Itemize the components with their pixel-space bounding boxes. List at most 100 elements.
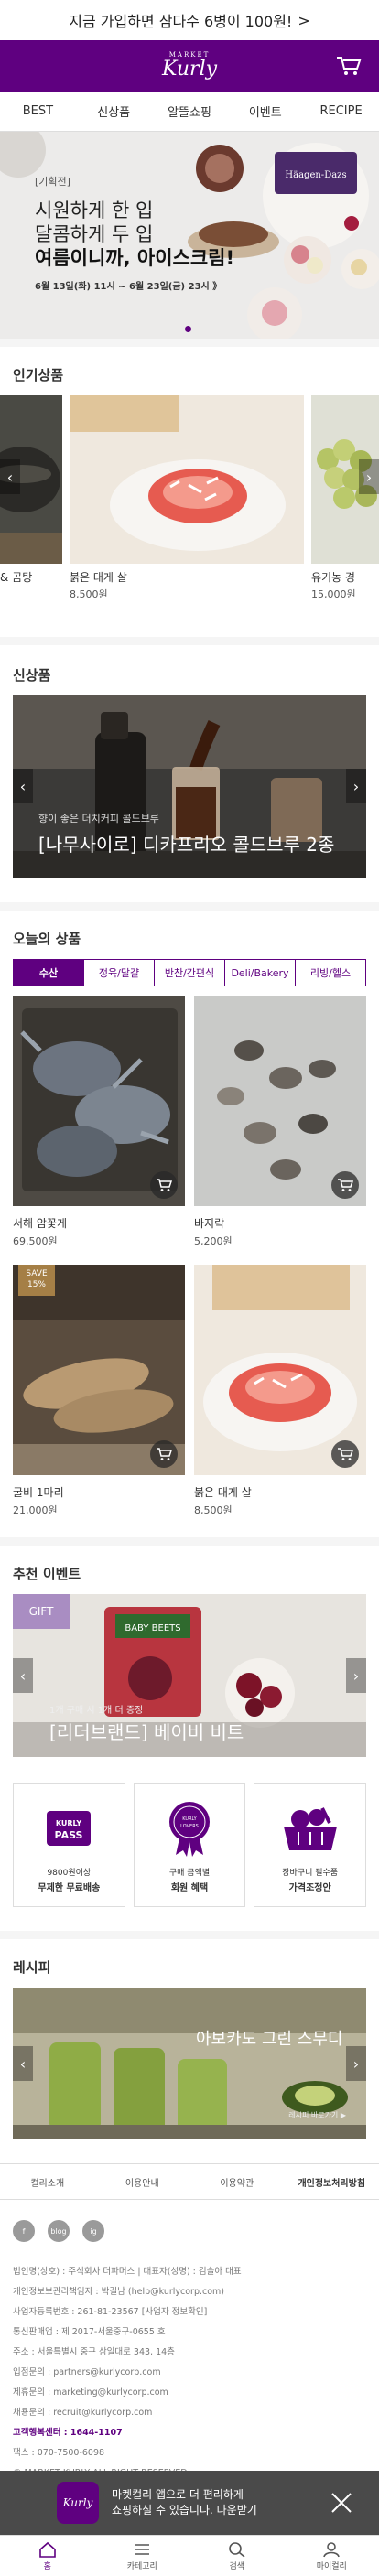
social-links: f blog ig bbox=[0, 2200, 379, 2251]
sale-badge: SAVE 15% bbox=[18, 1265, 55, 1296]
event-subtitle: 1개 구매 시 1개 더 증정 bbox=[49, 1706, 144, 1716]
app-download-banner[interactable]: Kurly 마켓컬리 앱으로 더 편리하게 쇼핑하실 수 있습니다. 다운받기 bbox=[0, 2471, 379, 2535]
svg-text:PASS: PASS bbox=[55, 1829, 83, 1841]
carousel-prev-button[interactable]: ‹ bbox=[13, 1658, 33, 1693]
product-card[interactable]: 유기농 경 15,000원 bbox=[311, 395, 379, 601]
add-to-cart-button[interactable] bbox=[331, 1440, 359, 1468]
hero-line-3: 여름이니까, 아이스크림! bbox=[35, 247, 235, 269]
tab-my-kurly[interactable]: 마이컬리 bbox=[285, 2536, 379, 2576]
company-line: 채용문의 : recruit@kurlycorp.com bbox=[13, 2408, 153, 2418]
carousel-next-button[interactable]: › bbox=[346, 1658, 366, 1693]
section-divider bbox=[0, 1931, 379, 1939]
footer-link-terms[interactable]: 이용약관 bbox=[190, 2164, 285, 2199]
recipe-link[interactable]: 레시피 바로가기 ▶ bbox=[288, 2110, 346, 2120]
footer-link-guide[interactable]: 이용안내 bbox=[95, 2164, 190, 2199]
main-nav: BEST 신상품 알뜰쇼핑 이벤트 RECIPE bbox=[0, 92, 379, 132]
product-image bbox=[194, 996, 366, 1206]
kurly-lovers-icon: KURLY LOVERS bbox=[169, 1802, 210, 1857]
new-products-title: 신상품 bbox=[13, 667, 51, 684]
benefit-line-2: 회원 혜택 bbox=[170, 1883, 209, 1893]
product-name: 굴비 1마리 bbox=[13, 1486, 64, 1499]
product-card[interactable]: 붉은 대게 살 8,500원 bbox=[194, 1265, 366, 1534]
product-name: 서해 암꽃게 bbox=[13, 1217, 68, 1230]
carousel-next-button[interactable]: › bbox=[359, 459, 379, 494]
customer-service-phone[interactable]: 고객행복센터 : 1644-1107 bbox=[13, 2423, 366, 2443]
nav-best[interactable]: BEST bbox=[0, 92, 76, 131]
blog-icon[interactable]: blog bbox=[48, 2220, 70, 2242]
popular-carousel[interactable]: & 곰탕 붉은 대게 살 8,500원 유기농 경 15,000원 ‹ › bbox=[0, 395, 379, 635]
kurly-logo[interactable]: MARKET Kurly bbox=[162, 51, 217, 81]
nav-new[interactable]: 신상품 bbox=[76, 92, 152, 131]
product-card[interactable]: 붉은 대게 살 8,500원 bbox=[70, 395, 304, 601]
chevron-right-icon: › bbox=[352, 777, 360, 795]
hero-banner[interactable]: Häagen-Dazs [기획전] 시원하게 한 입 달콤하게 두 입 여름이니… bbox=[0, 132, 379, 339]
add-to-cart-button[interactable] bbox=[150, 1171, 178, 1199]
nav-event[interactable]: 이벤트 bbox=[227, 92, 303, 131]
chevron-left-icon: ‹ bbox=[6, 468, 14, 486]
benefit-kurly-pass[interactable]: KURLY PASS 9800원이상 무제한 무료배송 bbox=[13, 1783, 125, 1907]
app-banner-line-1: 마켓컬리 앱으로 더 편리하게 bbox=[112, 2488, 244, 2501]
app-banner-line-2: 쇼핑하실 수 있습니다. 다운받기 bbox=[112, 2504, 257, 2517]
event-banner[interactable]: BABY BEETS GIFT 1개 구매 시 1개 더 증정 [리더브랜드] … bbox=[13, 1594, 366, 1757]
new-product-banner[interactable]: 향이 좋은 더치커피 콜드브루 [나무사이로] 디카프리오 콜드브루 2종 ‹ … bbox=[13, 695, 366, 878]
tab-label: 검색 bbox=[229, 2561, 245, 2571]
recipe-section: 레시피 아보카도 그린 스무디 레시피 바로가기 ▶ ‹ › bbox=[0, 1939, 379, 2139]
cart-icon bbox=[338, 1179, 353, 1191]
chevron-left-icon: ‹ bbox=[19, 1666, 27, 1685]
company-line: 법인명(상호) : 주식회사 더파머스 | 대표자(성명) : 김슬아 대표 bbox=[13, 2267, 242, 2277]
add-to-cart-button[interactable] bbox=[150, 1440, 178, 1468]
new-products-section: 신상품 향이 좋은 더치커피 콜드브루 [나무사이로] 디카프리오 콜드브루 2… bbox=[0, 645, 379, 878]
nav-recipe[interactable]: RECIPE bbox=[303, 92, 379, 131]
tab-side-dish[interactable]: 반찬/간편식 bbox=[155, 959, 225, 986]
carousel-next-button[interactable]: › bbox=[346, 2046, 366, 2081]
facebook-icon[interactable]: f bbox=[13, 2220, 35, 2242]
company-line: 개인정보보관리책임자 : 박길남 (help@kurlycorp.com) bbox=[13, 2287, 225, 2297]
product-image bbox=[13, 996, 185, 1206]
product-card[interactable]: SAVE 15% 굴비 1마리 21,000원 bbox=[13, 1265, 185, 1534]
product-card[interactable]: 서해 암꽃게 69,500원 bbox=[13, 996, 185, 1265]
close-icon[interactable] bbox=[330, 2491, 353, 2515]
gift-badge: GIFT bbox=[13, 1594, 70, 1629]
footer-links: 컬리소개 이용안내 이용약관 개인정보처리방침 bbox=[0, 2163, 379, 2200]
user-icon bbox=[323, 2541, 341, 2557]
carousel-prev-button[interactable]: ‹ bbox=[13, 2046, 33, 2081]
add-to-cart-button[interactable] bbox=[331, 1171, 359, 1199]
recipe-main-title: 아보카도 그린 스무디 bbox=[196, 2030, 343, 2049]
tab-living-health[interactable]: 리빙/헬스 bbox=[296, 959, 366, 986]
cart-icon bbox=[157, 1448, 172, 1460]
product-card[interactable]: 바지락 5,200원 bbox=[194, 996, 366, 1265]
recipe-banner[interactable]: 아보카도 그린 스무디 레시피 바로가기 ▶ ‹ › bbox=[13, 1988, 366, 2139]
tab-home[interactable]: 홈 bbox=[0, 2536, 95, 2576]
chevron-left-icon: ‹ bbox=[19, 777, 27, 795]
hero-pagination-dot[interactable] bbox=[185, 326, 191, 332]
tab-search[interactable]: 검색 bbox=[190, 2536, 285, 2576]
tab-seafood[interactable]: 수산 bbox=[13, 959, 84, 986]
chevron-right-icon: › bbox=[352, 1666, 360, 1685]
tab-category[interactable]: 카테고리 bbox=[95, 2536, 190, 2576]
carousel-prev-button[interactable]: ‹ bbox=[13, 769, 33, 803]
nav-sale[interactable]: 알뜰쇼핑 bbox=[152, 92, 228, 131]
section-divider bbox=[0, 339, 379, 347]
sale-badge-label: SAVE bbox=[26, 1269, 48, 1278]
carousel-next-button[interactable]: › bbox=[346, 769, 366, 803]
product-price: 15,000원 bbox=[311, 588, 356, 600]
footer-link-privacy[interactable]: 개인정보처리방침 bbox=[285, 2164, 379, 2199]
popular-section: 인기상품 & 곰탕 붉은 대게 살 8,500원 유기농 경 15,000원 ‹… bbox=[0, 347, 379, 635]
company-line: 주소 : 서울특별시 중구 삼일대로 343, 14층 bbox=[13, 2347, 175, 2357]
app-banner-text: 마켓컬리 앱으로 더 편리하게 쇼핑하실 수 있습니다. 다운받기 bbox=[112, 2487, 257, 2518]
hero-tag: [기획전] bbox=[35, 176, 70, 188]
benefit-price-adjust[interactable]: 장바구니 필수품 가격조정안 bbox=[254, 1783, 367, 1907]
tab-label: 홈 bbox=[43, 2561, 51, 2571]
tab-deli-bakery[interactable]: Deli/Bakery bbox=[225, 959, 296, 986]
instagram-icon[interactable]: ig bbox=[82, 2220, 104, 2242]
svg-text:Häagen-Dazs: Häagen-Dazs bbox=[285, 170, 346, 180]
cart-icon[interactable] bbox=[335, 55, 363, 77]
event-main-title: [리더브랜드] 베이비 비트 bbox=[49, 1721, 244, 1743]
tab-meat-egg[interactable]: 정육/달걀 bbox=[84, 959, 155, 986]
benefit-kurly-lovers[interactable]: KURLY LOVERS 구매 금액별 회원 혜택 bbox=[133, 1783, 246, 1907]
footer-link-about[interactable]: 컬리소개 bbox=[0, 2164, 95, 2199]
carousel-prev-button[interactable]: ‹ bbox=[0, 459, 20, 494]
benefit-line-1: 장바구니 필수품 bbox=[282, 1869, 339, 1878]
today-section: 오늘의 상품 수산 정육/달걀 반찬/간편식 Deli/Bakery 리빙/헬스… bbox=[0, 911, 379, 1534]
signup-promo-banner[interactable]: 지금 가입하면 삼다수 6병이 100원! > bbox=[0, 0, 379, 40]
